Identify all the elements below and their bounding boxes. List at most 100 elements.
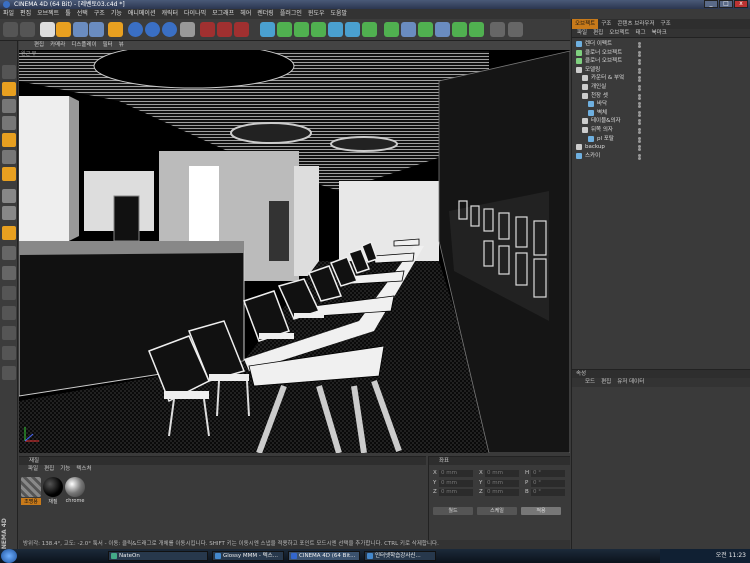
x-axis-icon[interactable]: [128, 22, 143, 37]
taskbar-item[interactable]: CINEMA 4D (64 Bit...: [288, 551, 360, 561]
object-row[interactable]: backup: [572, 143, 750, 152]
visibility-toggle[interactable]: [638, 76, 647, 83]
menu-animation[interactable]: 애니메이션: [125, 9, 159, 19]
size-y-field[interactable]: 0 mm: [485, 479, 519, 487]
visibility-toggle[interactable]: [638, 110, 647, 117]
snap-icon[interactable]: [2, 226, 16, 240]
position-x-field[interactable]: 0 mm: [439, 470, 473, 477]
visibility-toggle[interactable]: [638, 145, 647, 152]
render-settings-icon[interactable]: [234, 22, 249, 37]
maximize-button[interactable]: □: [719, 0, 733, 8]
menu-edit[interactable]: 편집: [17, 9, 34, 19]
xray-icon[interactable]: [2, 346, 16, 360]
object-row[interactable]: 클로너 오브젝트: [572, 49, 750, 58]
visibility-toggle[interactable]: [638, 50, 647, 57]
om-menu-object[interactable]: 오브젝트: [606, 29, 632, 37]
start-button[interactable]: [1, 549, 17, 563]
recent-tool-icon[interactable]: [108, 22, 123, 37]
object-row[interactable]: 클로너 오브젝트: [572, 57, 750, 66]
render-picture-icon[interactable]: [217, 22, 232, 37]
close-button[interactable]: x: [734, 0, 748, 8]
material-swatch[interactable]: chrome: [65, 477, 85, 504]
y-axis-icon[interactable]: [145, 22, 160, 37]
layer-icon[interactable]: [2, 366, 16, 380]
om-menu-file[interactable]: 파일: [574, 29, 590, 37]
array-icon[interactable]: [294, 22, 309, 37]
size-x-field[interactable]: 0 mm: [485, 470, 519, 477]
object-row[interactable]: 스카이: [572, 152, 750, 161]
object-row[interactable]: 테이블&의자: [572, 117, 750, 126]
om-menu-edit[interactable]: 편집: [590, 29, 606, 37]
tab-structure[interactable]: 구조: [598, 19, 614, 29]
object-row[interactable]: 개인실: [572, 83, 750, 92]
environment-icon[interactable]: [401, 22, 416, 37]
om-menu-tags[interactable]: 태그: [633, 29, 649, 37]
make-editable-icon[interactable]: [2, 65, 16, 79]
mat-menu-file[interactable]: 파일: [25, 465, 41, 474]
redo-icon[interactable]: [20, 22, 35, 37]
menu-select[interactable]: 선택: [74, 9, 91, 19]
taskbar-item[interactable]: Glossy MMM - 텍스...: [212, 551, 284, 561]
live-select-icon[interactable]: [40, 22, 55, 37]
viewport-menu-filter[interactable]: 필터: [100, 41, 116, 50]
menu-structure[interactable]: 구조: [91, 9, 108, 19]
nurbs-icon[interactable]: [277, 22, 292, 37]
object-row[interactable]: 뒤쪽 의자: [572, 126, 750, 135]
tag-icon[interactable]: [452, 22, 467, 37]
rotation-p-field[interactable]: 0 °: [531, 479, 565, 487]
visibility-toggle[interactable]: [638, 153, 647, 160]
generator-icon[interactable]: [362, 22, 377, 37]
material-swatch[interactable]: 조명용: [21, 477, 41, 505]
polygon-mode-icon[interactable]: [2, 189, 16, 203]
menu-character[interactable]: 캐릭터: [158, 9, 181, 19]
menu-render[interactable]: 렌더링: [254, 9, 277, 19]
taskbar-item[interactable]: NateOn: [108, 551, 208, 561]
menu-hair[interactable]: 헤어: [237, 9, 254, 19]
layout-2-icon[interactable]: [508, 22, 523, 37]
point-mode-icon[interactable]: [2, 150, 16, 164]
move-icon[interactable]: [56, 22, 71, 37]
position-z-field[interactable]: 0 mm: [439, 489, 473, 496]
apply-button[interactable]: 적용: [521, 507, 561, 515]
taskbar-item[interactable]: 인터넷학습강사신...: [364, 551, 436, 561]
position-y-field[interactable]: 0 mm: [439, 479, 473, 487]
locked-workplane-icon[interactable]: [2, 266, 16, 280]
tweak-mode-icon[interactable]: [2, 206, 16, 220]
mat-menu-edit[interactable]: 편집: [41, 465, 57, 474]
object-row[interactable]: 렌더 이펙트: [572, 40, 750, 49]
axis-mode-icon[interactable]: [2, 133, 16, 147]
object-row[interactable]: 바닥: [572, 100, 750, 109]
clock[interactable]: 오전 11:23: [716, 552, 746, 559]
viewport-menu-display[interactable]: 디스플레이: [68, 41, 99, 50]
mat-menu-function[interactable]: 기능: [57, 465, 73, 474]
coord-system-icon[interactable]: [180, 22, 195, 37]
object-row[interactable]: 카운터 & 부엌: [572, 74, 750, 83]
solo-icon[interactable]: [2, 326, 16, 340]
object-mode-icon[interactable]: [2, 99, 16, 113]
camera-icon[interactable]: [418, 22, 433, 37]
visibility-toggle[interactable]: [638, 136, 647, 143]
visibility-toggle[interactable]: [638, 67, 647, 74]
menu-help[interactable]: 도움말: [327, 9, 350, 19]
scene-icon[interactable]: [384, 22, 399, 37]
menu-functions[interactable]: 기능: [108, 9, 125, 19]
z-axis-icon[interactable]: [162, 22, 177, 37]
light-icon[interactable]: [435, 22, 450, 37]
mograph-icon[interactable]: [345, 22, 360, 37]
object-row[interactable]: 천장 셋: [572, 92, 750, 101]
tab-structure-2[interactable]: 구조: [658, 19, 674, 29]
cube-icon[interactable]: [260, 22, 275, 37]
texture-mode-icon[interactable]: [2, 116, 16, 130]
deformer-icon[interactable]: [311, 22, 326, 37]
attr-menu-edit[interactable]: 편집: [598, 378, 614, 387]
visibility-toggle[interactable]: [638, 42, 647, 48]
viewport-menu-camera[interactable]: 카메라: [47, 41, 68, 50]
om-menu-bookmarks[interactable]: 북마크: [649, 29, 670, 37]
attr-menu-mode[interactable]: 모드: [582, 378, 598, 387]
viewport-menu-view[interactable]: 뷰: [116, 41, 127, 50]
material-swatch[interactable]: 재질: [43, 477, 63, 505]
workplane-icon[interactable]: [2, 246, 16, 260]
3d-viewport[interactable]: 편집 카메라 디스플레이 필터 뷰 원근 뷰: [19, 41, 570, 453]
undo-icon[interactable]: [3, 22, 18, 37]
minimize-button[interactable]: _: [704, 0, 718, 8]
